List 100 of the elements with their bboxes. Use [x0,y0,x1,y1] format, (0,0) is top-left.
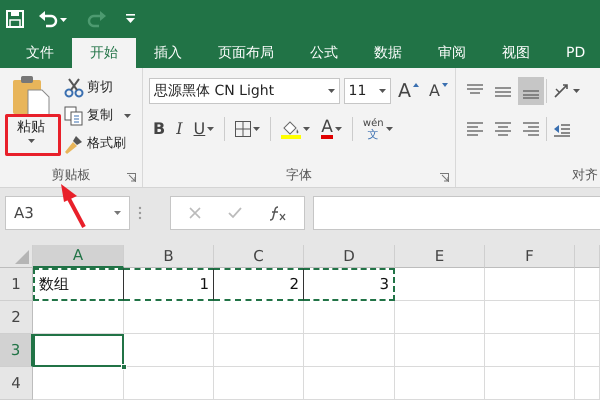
caret-icon [303,127,310,131]
column-header[interactable]: C [214,245,304,268]
align-center-icon[interactable] [494,121,512,137]
row-header[interactable]: 4 [0,367,33,400]
orientation-icon[interactable] [553,83,571,99]
formula-input[interactable] [313,196,600,230]
align-left-icon[interactable] [466,121,484,137]
highlight-box [5,114,61,156]
ribbon-tab[interactable]: 审阅 [420,38,484,68]
caret-icon [253,127,260,131]
column-header[interactable]: D [304,245,395,268]
cancel-icon[interactable] [188,207,200,219]
ribbon-tab[interactable]: 开始 [72,38,136,68]
ribbon-tab[interactable]: PD [548,38,600,68]
table-cell[interactable]: 2 [214,268,304,301]
align-right-icon[interactable] [522,121,540,137]
function-icon[interactable] [268,205,286,221]
table-cell[interactable] [214,301,304,334]
table-cell[interactable] [485,301,575,334]
toolbar-button[interactable]: 格式刷 [62,130,133,158]
scissors-icon [64,78,84,98]
italic-button[interactable]: I [172,115,187,143]
row-header[interactable]: 2 [0,301,33,334]
column-header[interactable]: B [124,245,214,268]
format-painter-icon [64,134,84,154]
caret-icon [379,89,386,93]
font-color-button[interactable]: A [317,115,346,143]
phonetic-button[interactable]: wén 文 [358,115,397,143]
table-cell[interactable] [485,367,575,400]
triangle-icon [442,83,448,87]
toolbar-button[interactable]: 剪切 [62,74,133,102]
ribbon-tab[interactable]: 页面布局 [200,38,292,68]
table-cell[interactable] [575,268,600,301]
font-size-select[interactable]: 11 [344,78,392,104]
table-cell[interactable] [33,367,124,400]
underline-button[interactable]: U [190,115,218,143]
caret-icon [114,211,121,215]
table-cell[interactable] [214,367,304,400]
table-cell[interactable]: 3 [304,268,395,301]
undo-icon[interactable] [38,10,68,28]
fill-handle[interactable] [121,364,127,370]
caret-icon [573,89,580,93]
table-cell[interactable] [395,367,485,400]
table-cell[interactable] [575,301,600,334]
caret-icon [334,127,342,131]
bold-button[interactable]: B [149,115,170,143]
ribbon-tab[interactable]: 插入 [136,38,200,68]
caret-icon [386,127,393,131]
table-cell[interactable] [124,301,214,334]
group-label: 对齐 [572,167,598,186]
row-header[interactable]: 3 [0,334,33,367]
grip-icon [138,206,142,220]
caret-icon [28,139,34,143]
table-cell[interactable] [575,367,600,400]
table-cell[interactable] [124,334,214,367]
table-cell[interactable] [575,334,600,367]
name-box[interactable]: A3 [5,196,130,230]
ribbon-tab[interactable]: 数据 [356,38,420,68]
table-cell[interactable] [485,334,575,367]
group-label: 剪贴板 [52,167,90,186]
table-cell[interactable] [214,334,304,367]
dialog-launcher-icon[interactable] [127,173,136,182]
table-cell[interactable] [304,367,395,400]
dialog-launcher-icon[interactable] [440,173,449,182]
table-cell[interactable]: 数组 [33,268,124,301]
caret-icon[interactable] [328,89,335,93]
table-cell[interactable] [124,367,214,400]
table-cell[interactable] [33,334,124,367]
select-all-icon[interactable] [15,250,29,264]
row-header[interactable]: 1 [0,268,33,301]
customize-icon[interactable] [126,14,135,24]
shrink-font-button[interactable]: A [426,77,451,105]
table-cell[interactable] [395,301,485,334]
column-header[interactable] [575,245,600,268]
toolbar-button[interactable]: 复制 [62,102,133,130]
caret-icon [207,127,214,131]
table-cell[interactable] [33,301,124,334]
font-name-select[interactable]: 思源黑体 CN Light [149,78,340,104]
table-cell[interactable]: 1 [124,268,214,301]
table-cell[interactable] [395,268,485,301]
grow-font-button[interactable]: A [395,77,422,105]
annotation-arrow [58,183,88,229]
ribbon-tab[interactable]: 公式 [292,38,356,68]
ribbon-tab[interactable]: 文件 [8,38,72,68]
table-cell[interactable] [304,301,395,334]
save-icon[interactable] [6,10,24,28]
column-header[interactable]: F [485,245,575,268]
table-cell[interactable] [395,334,485,367]
triangle-icon [413,83,420,87]
clipboard-icon [12,74,50,116]
paste-button[interactable]: 粘贴 [6,74,56,162]
copy-icon [64,106,84,126]
paint-bucket-icon [281,119,302,139]
table-cell[interactable] [485,268,575,301]
column-header[interactable]: E [395,245,485,268]
ribbon-tab[interactable]: 视图 [484,38,548,68]
borders-icon [235,121,252,137]
enter-icon[interactable] [228,207,242,219]
column-header[interactable]: A [33,245,124,268]
table-cell[interactable] [304,334,395,367]
